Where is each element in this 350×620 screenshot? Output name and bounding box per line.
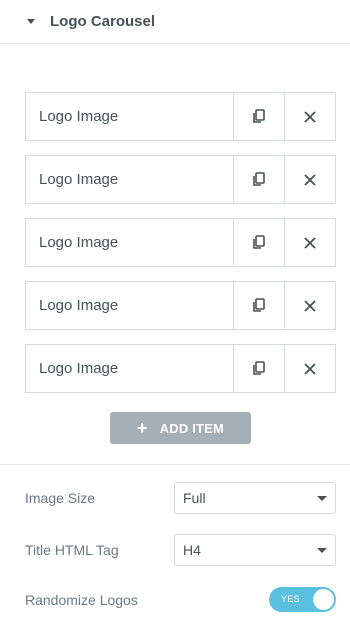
repeater-row: Logo Image	[25, 155, 336, 204]
repeater-row: Logo Image	[25, 92, 336, 141]
add-item-label: ADD ITEM	[159, 420, 225, 436]
duplicate-icon	[253, 109, 265, 123]
duplicate-button[interactable]	[233, 345, 284, 392]
remove-button[interactable]	[284, 219, 335, 266]
editor-panel: Logo Carousel Logo Image Logo Image Logo…	[0, 0, 350, 620]
section-divider	[0, 464, 350, 465]
close-icon	[304, 236, 316, 249]
randomize-label: Randomize Logos	[25, 592, 138, 608]
randomize-control: Randomize Logos YES	[25, 584, 336, 616]
remove-button[interactable]	[284, 282, 335, 329]
close-icon	[304, 362, 316, 375]
section-header-logo-carousel[interactable]: Logo Carousel	[0, 0, 350, 44]
title-tag-control: Title HTML Tag H4	[25, 534, 336, 566]
repeater-row-title[interactable]: Logo Image	[26, 93, 233, 140]
caret-down-icon	[27, 19, 35, 24]
title-tag-value: H4	[183, 542, 201, 558]
duplicate-button[interactable]	[233, 282, 284, 329]
duplicate-button[interactable]	[233, 93, 284, 140]
repeater-row-title[interactable]: Logo Image	[26, 156, 233, 203]
repeater-row: Logo Image	[25, 281, 336, 330]
close-icon	[304, 110, 316, 123]
image-size-value: Full	[183, 490, 206, 506]
dropdown-arrow-icon	[317, 548, 327, 553]
duplicate-icon	[253, 298, 265, 312]
title-tag-select[interactable]: H4	[174, 534, 336, 566]
repeater-row-title[interactable]: Logo Image	[26, 345, 233, 392]
remove-button[interactable]	[284, 345, 335, 392]
image-size-select[interactable]: Full	[174, 482, 336, 514]
duplicate-icon	[253, 361, 265, 375]
repeater-row: Logo Image	[25, 344, 336, 393]
dropdown-arrow-icon	[317, 496, 327, 501]
close-icon	[304, 299, 316, 312]
duplicate-icon	[253, 235, 265, 249]
plus-icon: +	[136, 418, 148, 438]
duplicate-button[interactable]	[233, 219, 284, 266]
randomize-toggle[interactable]: YES	[269, 587, 336, 612]
repeater-row-title[interactable]: Logo Image	[26, 219, 233, 266]
close-icon	[304, 173, 316, 186]
remove-button[interactable]	[284, 93, 335, 140]
add-item-button[interactable]: + ADD ITEM	[110, 412, 251, 444]
duplicate-button[interactable]	[233, 156, 284, 203]
image-size-label: Image Size	[25, 490, 96, 506]
toggle-state-label: YES	[281, 594, 300, 604]
title-tag-label: Title HTML Tag	[25, 542, 119, 558]
repeater-list: Logo Image Logo Image Logo Image Logo Im…	[25, 92, 336, 407]
image-size-control: Image Size Full	[25, 482, 336, 514]
section-title: Logo Carousel	[50, 13, 156, 30]
repeater-row-title[interactable]: Logo Image	[26, 282, 233, 329]
toggle-knob	[313, 589, 334, 610]
repeater-row: Logo Image	[25, 218, 336, 267]
remove-button[interactable]	[284, 156, 335, 203]
duplicate-icon	[253, 172, 265, 186]
